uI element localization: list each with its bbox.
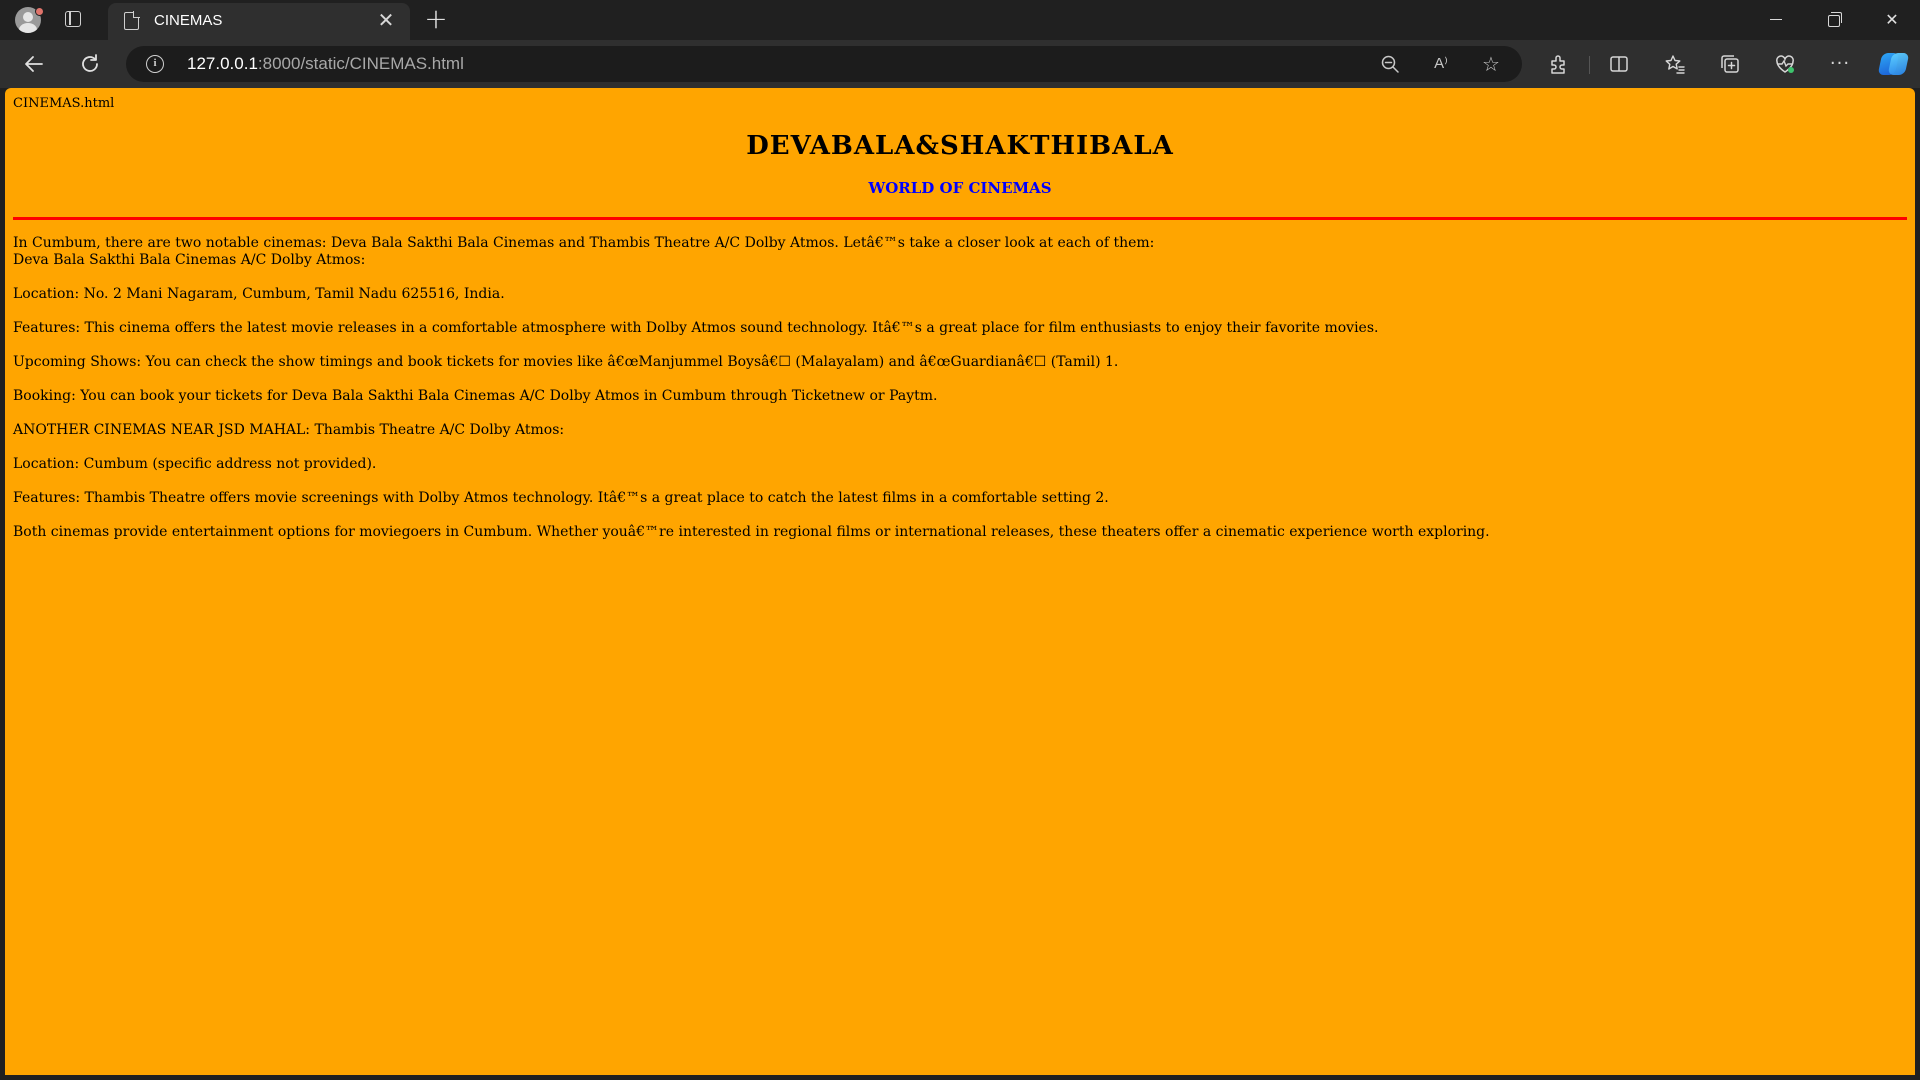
paragraph-conclusion: Both cinemas provide entertainment optio… [13, 524, 1490, 540]
file-name-text: CINEMAS.html [13, 96, 115, 111]
paragraph-features-1: Features: This cinema offers the latest … [13, 320, 1379, 336]
article-content: In Cumbum, there are two notable cinemas… [13, 235, 1907, 541]
paragraph-location-1: Location: No. 2 Mani Nagaram, Cumbum, Ta… [13, 286, 505, 302]
site-info-icon[interactable]: i [146, 55, 164, 73]
restore-button[interactable] [1806, 0, 1862, 40]
back-arrow-icon [25, 56, 43, 72]
collections-icon[interactable] [1717, 51, 1743, 77]
close-window-button[interactable]: ✕ [1864, 0, 1920, 40]
browser-essentials-icon[interactable] [1772, 51, 1798, 77]
paragraph-upcoming-shows: Upcoming Shows: You can check the show t… [13, 354, 1119, 370]
tab-actions-icon[interactable] [64, 10, 84, 30]
address-bar[interactable]: i 127.0.0.1:8000/static/CINEMAS.html A⁾ … [126, 46, 1522, 82]
page-subtitle: WORLD OF CINEMAS [868, 179, 1052, 197]
browser-title-bar: CINEMAS ✕ + ✕ [0, 0, 1920, 40]
paragraph-location-2: Location: Cumbum (specific address not p… [13, 456, 377, 472]
paragraph-booking: Booking: You can book your tickets for D… [13, 388, 938, 404]
red-divider [13, 217, 1907, 220]
profile-avatar-icon[interactable] [13, 7, 44, 35]
back-button[interactable] [18, 48, 50, 80]
reload-icon [82, 54, 98, 72]
tab-close-icon[interactable]: ✕ [376, 10, 396, 30]
more-options-icon[interactable]: ··· [1827, 51, 1853, 77]
extensions-icon[interactable] [1546, 51, 1572, 77]
intro-line-1: In Cumbum, there are two notable cinemas… [13, 235, 1155, 251]
url-text[interactable]: 127.0.0.1:8000/static/CINEMAS.html [187, 54, 464, 74]
intro-line-2: Deva Bala Sakthi Bala Cinemas A/C Dolby … [13, 252, 366, 268]
favorite-star-icon[interactable]: ☆ [1479, 52, 1503, 76]
favorites-icon[interactable] [1662, 51, 1688, 77]
tab-cinemas[interactable]: CINEMAS ✕ [108, 3, 410, 40]
zoom-out-icon[interactable] [1378, 52, 1402, 76]
page-document-icon [124, 11, 140, 30]
minimize-button[interactable] [1748, 0, 1804, 40]
page-title: DEVABALA&SHAKTHIBALA [746, 131, 1174, 161]
read-aloud-icon[interactable]: A⁾ [1429, 52, 1453, 76]
toolbar-divider [1589, 56, 1590, 74]
page-viewport: CINEMAS.html DEVABALA&SHAKTHIBALA WORLD … [5, 88, 1915, 1075]
split-screen-icon[interactable] [1606, 51, 1632, 77]
reload-button[interactable] [74, 48, 106, 80]
intro-paragraph: In Cumbum, there are two notable cinemas… [13, 235, 1907, 269]
paragraph-another-cinema: ANOTHER CINEMAS NEAR JSD MAHAL: Thambis … [13, 422, 565, 438]
paragraph-features-2: Features: Thambis Theatre offers movie s… [13, 490, 1109, 506]
copilot-icon[interactable] [1877, 49, 1910, 79]
new-tab-button[interactable]: + [424, 5, 448, 33]
browser-toolbar: i 127.0.0.1:8000/static/CINEMAS.html A⁾ … [0, 40, 1920, 88]
tab-title: CINEMAS [154, 12, 223, 29]
page-body: CINEMAS.html DEVABALA&SHAKTHIBALA WORLD … [5, 88, 1915, 541]
